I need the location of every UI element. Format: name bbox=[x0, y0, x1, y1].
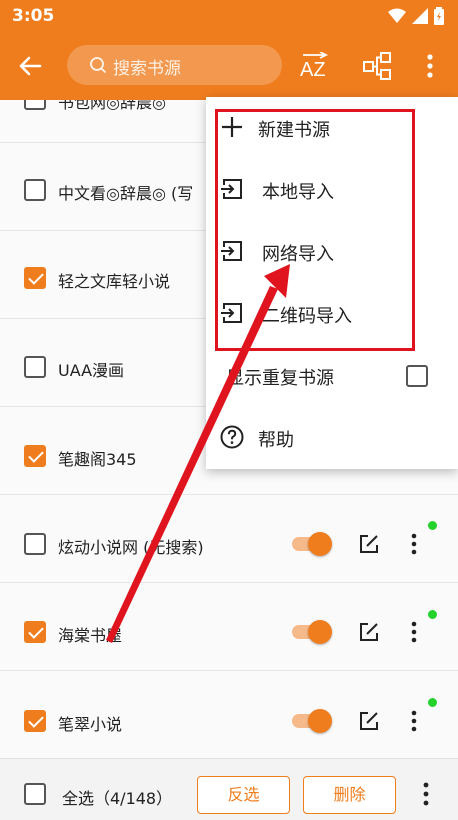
source-name: 轻之文库轻小说 bbox=[58, 272, 171, 291]
online-status-dot bbox=[428, 521, 437, 530]
source-name: 中文看◎辞晨◎ (写 bbox=[58, 184, 194, 203]
source-name: UAA漫画 bbox=[58, 361, 125, 380]
menu-item-help[interactable]: 帮助 bbox=[206, 407, 458, 469]
edit-icon[interactable] bbox=[358, 621, 380, 643]
help-icon bbox=[220, 425, 244, 449]
source-checkbox[interactable] bbox=[24, 621, 46, 643]
source-checkbox[interactable] bbox=[24, 356, 46, 378]
list-item[interactable]: 海棠书屋 bbox=[0, 583, 458, 671]
status-icons bbox=[388, 7, 444, 25]
menu-item-label: 新建书源 bbox=[258, 120, 330, 141]
import-icon bbox=[221, 241, 242, 261]
status-bar: 3:05 bbox=[0, 0, 458, 32]
more-vert-icon[interactable] bbox=[410, 710, 418, 732]
menu-item-label: 网络导入 bbox=[262, 244, 334, 265]
source-checkbox[interactable] bbox=[24, 267, 46, 289]
source-name: 书包网◎辞晨◎ bbox=[58, 100, 166, 112]
menu-item-label: 显示重复书源 bbox=[226, 368, 334, 389]
menu-item-new-source[interactable]: 新建书源 bbox=[206, 97, 458, 159]
enable-toggle[interactable] bbox=[292, 709, 332, 733]
edit-icon[interactable] bbox=[358, 710, 380, 732]
import-icon bbox=[221, 303, 242, 323]
search-placeholder: 搜索书源 bbox=[113, 59, 181, 79]
status-time: 3:05 bbox=[12, 6, 55, 26]
show-duplicates-checkbox[interactable] bbox=[406, 365, 428, 387]
signal-icon bbox=[412, 8, 428, 24]
source-checkbox[interactable] bbox=[24, 710, 46, 732]
plus-icon bbox=[222, 117, 242, 137]
source-checkbox[interactable] bbox=[24, 100, 46, 110]
wifi-icon bbox=[388, 8, 406, 23]
bottom-action-bar: 全选（4/148） 反选 删除 bbox=[0, 758, 458, 820]
source-name: 海棠书屋 bbox=[58, 626, 123, 645]
more-vert-icon[interactable] bbox=[420, 50, 440, 82]
enable-toggle[interactable] bbox=[292, 532, 332, 556]
group-icon[interactable] bbox=[362, 51, 392, 81]
menu-item-show-duplicates[interactable]: 显示重复书源 bbox=[206, 345, 458, 407]
sort-icon[interactable]: AZ bbox=[298, 52, 332, 82]
menu-item-qr-import[interactable]: 二维码导入 bbox=[206, 283, 458, 345]
select-all-label[interactable]: 全选（4/148） bbox=[62, 785, 172, 809]
source-name: 炫动小说网 (无搜索) bbox=[58, 538, 204, 557]
list-item[interactable]: 笔翠小说 bbox=[0, 671, 458, 758]
menu-item-label: 二维码导入 bbox=[262, 306, 352, 327]
more-vert-icon[interactable] bbox=[410, 621, 418, 643]
online-status-dot bbox=[428, 698, 437, 707]
toolbar: 搜索书源 AZ bbox=[0, 32, 458, 100]
list-item[interactable]: 炫动小说网 (无搜索) bbox=[0, 495, 458, 583]
menu-item-label: 帮助 bbox=[258, 430, 294, 451]
menu-item-network-import[interactable]: 网络导入 bbox=[206, 221, 458, 283]
overflow-menu: 新建书源 本地导入 网络导入 二维码导入 显示重复书源 帮助 bbox=[206, 97, 458, 469]
more-vert-icon[interactable] bbox=[410, 533, 418, 555]
source-checkbox[interactable] bbox=[24, 179, 46, 201]
online-status-dot bbox=[428, 610, 437, 619]
source-checkbox[interactable] bbox=[24, 533, 46, 555]
select-all-checkbox[interactable] bbox=[24, 783, 46, 805]
battery-icon bbox=[434, 7, 444, 25]
search-input[interactable]: 搜索书源 bbox=[67, 45, 282, 85]
source-checkbox[interactable] bbox=[24, 445, 46, 467]
menu-item-label: 本地导入 bbox=[262, 182, 334, 203]
edit-icon[interactable] bbox=[358, 533, 380, 555]
source-name: 笔趣阁345 bbox=[58, 450, 137, 469]
menu-item-local-import[interactable]: 本地导入 bbox=[206, 159, 458, 221]
import-icon bbox=[221, 179, 242, 199]
enable-toggle[interactable] bbox=[292, 620, 332, 644]
back-arrow-icon[interactable] bbox=[14, 50, 46, 82]
more-vert-icon[interactable] bbox=[422, 782, 430, 806]
source-name: 笔翠小说 bbox=[58, 715, 123, 734]
search-icon bbox=[90, 57, 107, 74]
delete-button[interactable]: 删除 bbox=[303, 776, 396, 814]
invert-selection-button[interactable]: 反选 bbox=[197, 776, 290, 814]
sort-label: AZ bbox=[300, 59, 326, 81]
